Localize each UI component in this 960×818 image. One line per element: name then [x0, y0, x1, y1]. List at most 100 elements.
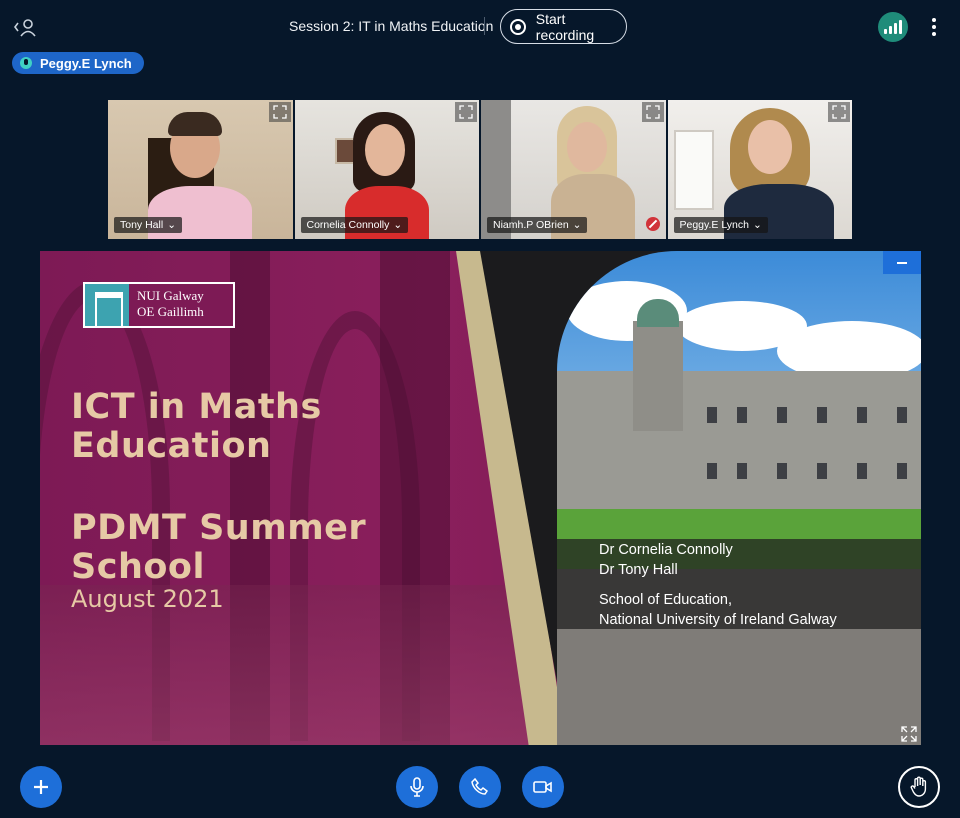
- expand-icon: [272, 105, 287, 119]
- options-menu-button[interactable]: [926, 14, 942, 40]
- record-icon: [510, 18, 526, 35]
- leave-audio-button[interactable]: [459, 766, 501, 808]
- chevron-down-icon: ⌄: [752, 219, 762, 231]
- record-label: Start recording: [535, 10, 595, 43]
- video-tile-niamh-obrien[interactable]: Niamh.P OBrien ⌄: [481, 100, 666, 239]
- photo-window: [857, 407, 867, 423]
- chevron-down-icon: ⌄: [572, 219, 582, 231]
- photo-window: [857, 463, 867, 479]
- photo-window: [777, 463, 787, 479]
- video-tile-peggy-lynch[interactable]: Peggy.E Lynch ⌄: [667, 100, 852, 239]
- slide-presenters: Dr Cornelia Connolly Dr Tony Hall: [599, 540, 733, 580]
- expand-icon: [645, 105, 660, 119]
- photo-window: [707, 463, 717, 479]
- video-camera-icon: [533, 781, 552, 793]
- participant-name: Tony Hall: [120, 219, 164, 231]
- photo-tower: [633, 321, 683, 431]
- video-list: Tony Hall ⌄ Cornelia Connolly ⌄ Niamh.P …: [108, 100, 852, 239]
- participant-name-tag[interactable]: Cornelia Connolly ⌄: [300, 217, 409, 233]
- logo-line-2: OE Gaillimh: [137, 304, 204, 319]
- photo-window: [777, 407, 787, 423]
- signal-bars-icon: [884, 29, 887, 34]
- minus-icon: [897, 261, 907, 264]
- plus-icon: [34, 780, 48, 794]
- expand-video-button[interactable]: [828, 102, 850, 122]
- slide-date: August 2021: [71, 585, 224, 613]
- microphone-icon: [20, 57, 32, 69]
- expand-video-button[interactable]: [455, 102, 477, 122]
- participant-name-tag[interactable]: Niamh.P OBrien ⌄: [487, 217, 588, 233]
- start-recording-button[interactable]: Start recording: [500, 9, 627, 44]
- logo-text: NUI Galway OE Gaillimh: [129, 284, 204, 326]
- slide-title-line-1: ICT in Maths: [71, 387, 322, 427]
- talking-name: Peggy.E Lynch: [40, 55, 132, 71]
- video-feed-person: [747, 120, 792, 174]
- video-feed-detail: [334, 138, 355, 164]
- slide-title: ICT in Maths Education: [71, 388, 322, 466]
- slide-subtitle-line-1: PDMT Summer: [71, 508, 367, 548]
- slide-title-line-2: Education: [71, 426, 272, 466]
- logo-line-1: NUI Galway: [137, 288, 204, 303]
- signal-bar: [899, 20, 902, 34]
- video-tile-cornelia-connolly[interactable]: Cornelia Connolly ⌄: [294, 100, 479, 239]
- connection-status-button[interactable]: [878, 12, 908, 42]
- raise-hand-button[interactable]: [898, 766, 940, 808]
- slide-subtitle: PDMT Summer School: [71, 509, 366, 587]
- video-feed-hair: [168, 112, 222, 136]
- dot: [932, 25, 936, 29]
- top-bar: Session 2: IT in Maths Education Start r…: [0, 0, 960, 54]
- chevron-down-icon: ⌄: [393, 219, 403, 231]
- participant-name-tag[interactable]: Peggy.E Lynch ⌄: [673, 217, 768, 233]
- expand-video-button[interactable]: [641, 102, 664, 122]
- actions-plus-button[interactable]: [20, 766, 62, 808]
- participant-name: Peggy.E Lynch: [679, 219, 749, 231]
- photo-window: [737, 407, 747, 423]
- photo-window: [737, 463, 747, 479]
- phone-icon: [471, 778, 489, 795]
- minimize-presentation-button[interactable]: [883, 251, 921, 274]
- photo-window: [897, 407, 907, 423]
- muted-microphone-icon: [645, 217, 660, 231]
- microphone-icon: [410, 777, 424, 797]
- chevron-down-icon: ⌄: [167, 219, 176, 231]
- talking-indicator[interactable]: Peggy.E Lynch: [12, 52, 144, 74]
- photo-window: [817, 463, 827, 479]
- presenter-2: Dr Tony Hall: [599, 562, 678, 578]
- session-title: Session 2: IT in Maths Education: [289, 18, 494, 34]
- dot: [932, 32, 936, 36]
- expand-icon: [832, 105, 846, 119]
- more-vertical-icon: [932, 18, 936, 22]
- video-feed-detail: [673, 130, 714, 210]
- institution-line-2: National University of Ireland Galway: [599, 612, 837, 628]
- photo-building: [557, 371, 921, 521]
- photo-window: [897, 463, 907, 479]
- header-divider: [484, 17, 485, 35]
- institution-line-1: School of Education,: [599, 592, 733, 608]
- slide-subtitle-line-2: School: [71, 547, 205, 587]
- mute-microphone-button[interactable]: [396, 766, 438, 808]
- user-list-icon: [14, 19, 36, 37]
- presenter-1: Dr Cornelia Connolly: [599, 542, 733, 558]
- university-crest-icon: [85, 284, 129, 328]
- slide-institution: School of Education, National University…: [599, 590, 837, 630]
- signal-bar: [889, 26, 892, 34]
- expand-video-button[interactable]: [268, 102, 291, 122]
- participant-name: Niamh.P OBrien: [493, 219, 569, 231]
- video-feed-person: [364, 124, 405, 176]
- participant-name: Cornelia Connolly: [306, 219, 390, 231]
- fullscreen-button[interactable]: [898, 723, 920, 745]
- expand-icon: [459, 105, 473, 119]
- participant-name-tag[interactable]: Tony Hall ⌄: [114, 217, 182, 233]
- signal-bar: [894, 23, 897, 34]
- toggle-user-list-button[interactable]: [12, 14, 38, 40]
- photo-window: [817, 407, 827, 423]
- fullscreen-icon: [901, 726, 917, 742]
- video-tile-tony-hall[interactable]: Tony Hall ⌄: [108, 100, 293, 239]
- hand-icon: [910, 776, 927, 797]
- photo-window: [707, 407, 717, 423]
- campus-photo: [557, 251, 921, 745]
- presentation-slide: NUI Galway OE Gaillimh ICT in Maths Educ…: [40, 251, 921, 745]
- university-logo: NUI Galway OE Gaillimh: [83, 282, 235, 328]
- video-feed-person: [567, 122, 607, 172]
- share-webcam-button[interactable]: [522, 766, 564, 808]
